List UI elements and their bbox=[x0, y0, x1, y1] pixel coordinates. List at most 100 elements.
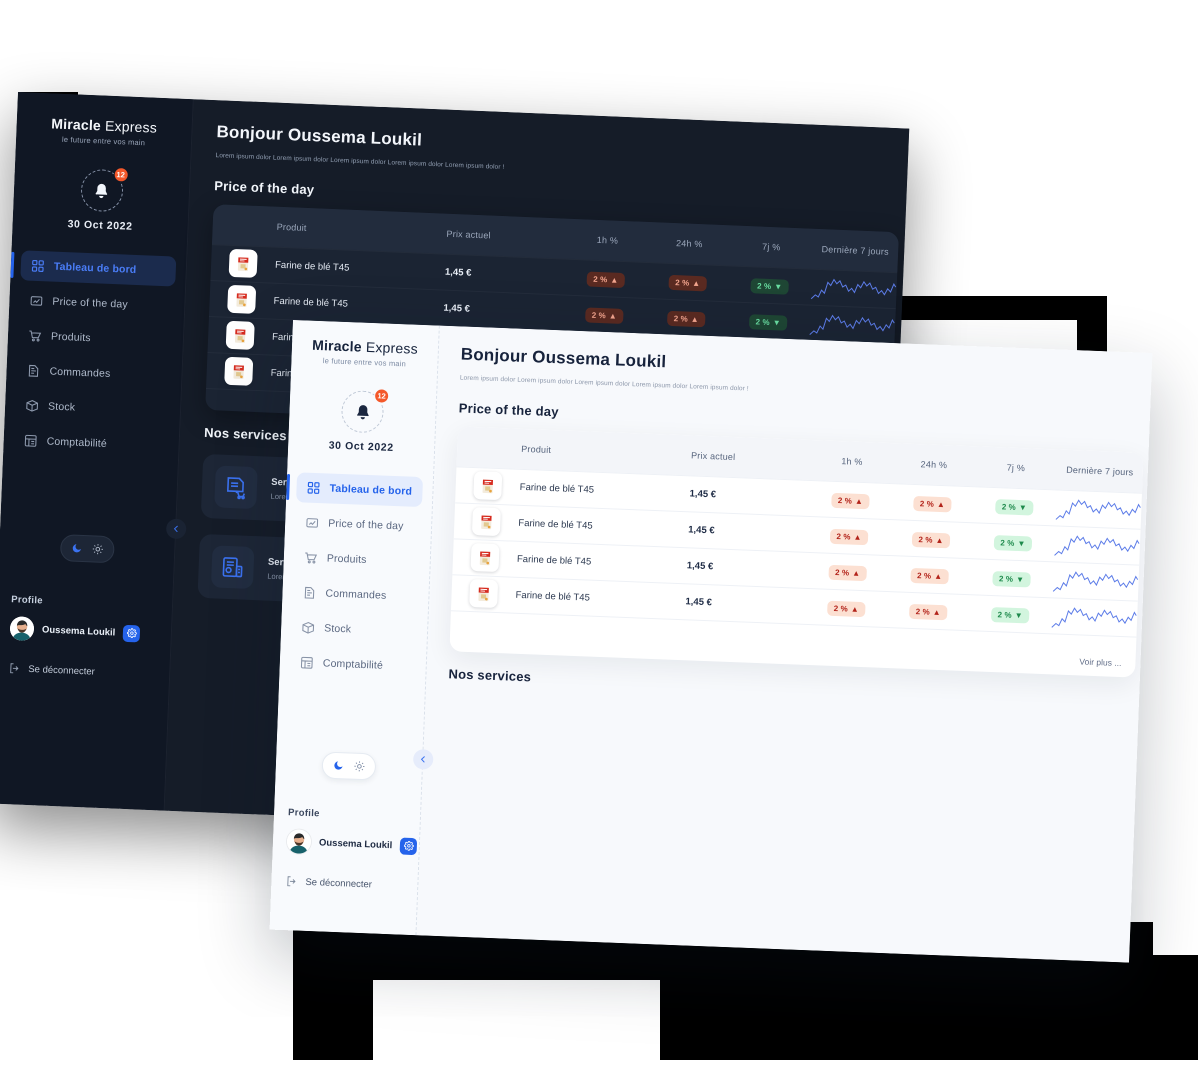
sidebar-item-label: Comptabilité bbox=[322, 657, 384, 672]
bell-icon bbox=[356, 404, 369, 419]
sidebar-item-tableau-de-bord[interactable]: Tableau de bord bbox=[20, 250, 177, 287]
gear-icon bbox=[403, 840, 414, 851]
column-header-7j: 7j % bbox=[761, 241, 781, 253]
light-panel-shadow-top bbox=[900, 296, 1107, 320]
dark-sidebar: Miracle Express le future entre vos main… bbox=[0, 92, 194, 811]
change-1h-badge: 2 %▲ bbox=[827, 600, 866, 618]
sidebar-item-produits[interactable]: Produits bbox=[293, 542, 420, 577]
mockup-stage: Miracle Express le future entre vos main… bbox=[0, 0, 1198, 1080]
logout-label: Se déconnecter bbox=[305, 876, 373, 890]
theme-toggle[interactable] bbox=[321, 751, 377, 781]
light-profile-block: Profile Oussema Loukil Se déconnecter bbox=[271, 807, 420, 893]
change-1h-badge: 2 %▲ bbox=[830, 529, 868, 546]
flour-bag-icon bbox=[233, 365, 244, 380]
current-date: 30 Oct 2022 bbox=[67, 218, 133, 233]
sidebar-item-price-of-the-day[interactable]: Price of the day bbox=[19, 285, 175, 321]
product-name: Farine de blé T45 bbox=[515, 589, 591, 604]
sun-icon[interactable] bbox=[88, 540, 106, 558]
sidebar-item-stock[interactable]: Stock bbox=[15, 390, 171, 426]
sidebar-item-commandes[interactable]: Commandes bbox=[292, 577, 419, 612]
change-1h-badge: 2 %▲ bbox=[585, 307, 624, 325]
user-avatar-icon bbox=[9, 616, 35, 642]
sidebar-item-label: Produits bbox=[50, 330, 91, 345]
moon-icon[interactable] bbox=[330, 757, 348, 775]
change-7j-badge: 2 %▼ bbox=[749, 314, 788, 331]
sidebar-item-price-of-the-day[interactable]: Price of the day bbox=[295, 507, 422, 542]
sidebar-item-label: Price of the day bbox=[52, 295, 128, 311]
grid-icon bbox=[31, 259, 44, 272]
notification-area: 12 30 Oct 2022 bbox=[12, 166, 189, 235]
product-thumbnail bbox=[228, 249, 258, 279]
product-name: Farine de blé T45 bbox=[273, 295, 349, 310]
brand-logo: Miracle Express le future entre vos main bbox=[16, 114, 192, 149]
avatar[interactable] bbox=[286, 829, 312, 855]
change-1h-badge: 2 %▲ bbox=[828, 565, 867, 582]
column-header-produit: Produit bbox=[521, 443, 552, 455]
flour-bag-icon bbox=[479, 551, 491, 566]
invoice-cart-icon-wrap bbox=[214, 465, 258, 509]
box-icon bbox=[302, 621, 315, 634]
brand-name-bold: Miracle bbox=[311, 336, 363, 355]
notification-bell-button[interactable]: 12 bbox=[79, 166, 129, 213]
sun-icon[interactable] bbox=[351, 758, 369, 776]
sparkline-chart bbox=[809, 310, 896, 340]
light-main-content: Bonjour Oussema Loukil Lorem ipsum dolor… bbox=[412, 325, 1153, 963]
logout-button[interactable]: Se déconnecter bbox=[285, 875, 403, 892]
avatar[interactable] bbox=[9, 616, 35, 642]
column-header-prix: Prix actuel bbox=[690, 450, 736, 462]
sidebar-item-label: Produits bbox=[326, 552, 367, 566]
current-date: 30 Oct 2022 bbox=[328, 439, 394, 454]
dark-nav: Tableau de bord Price of the day Produit… bbox=[3, 250, 186, 462]
voir-plus-link[interactable]: Voir plus ... bbox=[1079, 656, 1121, 668]
sidebar-item-label: Tableau de bord bbox=[329, 482, 413, 498]
sidebar-item-tableau-de-bord[interactable]: Tableau de bord bbox=[296, 472, 424, 508]
flour-bag-icon bbox=[234, 329, 246, 344]
services-section-title: Nos services bbox=[448, 665, 532, 685]
column-header-prix: Prix actuel bbox=[446, 228, 491, 241]
change-24h-badge: 2 %▲ bbox=[909, 604, 948, 621]
accounting-icon bbox=[24, 434, 37, 447]
column-header-24h: 24h % bbox=[920, 458, 948, 470]
user-avatar-icon bbox=[286, 829, 312, 855]
bell-icon bbox=[95, 183, 108, 198]
theme-toggle[interactable] bbox=[59, 534, 115, 564]
notification-bell-button[interactable]: 12 bbox=[340, 388, 390, 434]
notification-count-badge: 12 bbox=[112, 166, 129, 183]
light-nav: Tableau de bord Price of the day Produit… bbox=[279, 472, 433, 682]
sidebar-item-produits[interactable]: Produits bbox=[17, 320, 173, 356]
collapse-sidebar-button[interactable] bbox=[165, 518, 187, 540]
sidebar-item-label: Comptabilité bbox=[46, 435, 108, 450]
settings-button[interactable] bbox=[122, 624, 141, 642]
logout-button[interactable]: Se déconnecter bbox=[8, 662, 155, 680]
brand-name-light: Express bbox=[104, 117, 158, 136]
price-table-card: Produit Prix actuel 1h % 24h % 7j % Dern… bbox=[449, 426, 1144, 678]
collapse-sidebar-button[interactable] bbox=[412, 748, 434, 770]
light-theme-dashboard-panel: Miracle Express le future entre vos main… bbox=[269, 320, 1153, 963]
flour-bag-icon bbox=[482, 479, 493, 494]
sidebar-item-comptabilite[interactable]: Comptabilité bbox=[13, 425, 169, 461]
brand-name-light: Express bbox=[365, 338, 419, 357]
sidebar-item-comptabilite[interactable]: Comptabilité bbox=[289, 647, 416, 682]
sidebar-item-commandes[interactable]: Commandes bbox=[16, 355, 172, 391]
change-24h-badge: 2 %▲ bbox=[912, 532, 950, 549]
change-1h-badge: 2 %▲ bbox=[586, 271, 625, 289]
sidebar-item-stock[interactable]: Stock bbox=[291, 612, 418, 647]
product-name: Farine de blé T45 bbox=[274, 259, 350, 274]
analytics-icon bbox=[222, 556, 243, 578]
moon-icon[interactable] bbox=[67, 539, 85, 557]
sidebar-item-label: Stock bbox=[323, 622, 352, 636]
invoice-cart-icon bbox=[226, 476, 246, 500]
settings-button[interactable] bbox=[399, 837, 418, 855]
product-thumbnail bbox=[469, 579, 499, 609]
sparkline-chart bbox=[1051, 603, 1138, 632]
change-24h-badge: 2 %▲ bbox=[668, 275, 707, 292]
product-price: 1,45 € bbox=[688, 524, 715, 537]
product-price: 1,45 € bbox=[443, 302, 471, 315]
brand-logo: Miracle Express le future entre vos main bbox=[291, 336, 438, 370]
grid-icon bbox=[307, 481, 320, 494]
dark-profile-block: Profile Oussema Loukil Se déconnecter bbox=[0, 594, 172, 681]
change-7j-badge: 2 %▼ bbox=[750, 278, 789, 295]
change-7j-badge: 2 %▼ bbox=[994, 535, 1032, 552]
sidebar-item-label: Tableau de bord bbox=[53, 260, 137, 276]
chevron-left-icon bbox=[173, 525, 178, 533]
